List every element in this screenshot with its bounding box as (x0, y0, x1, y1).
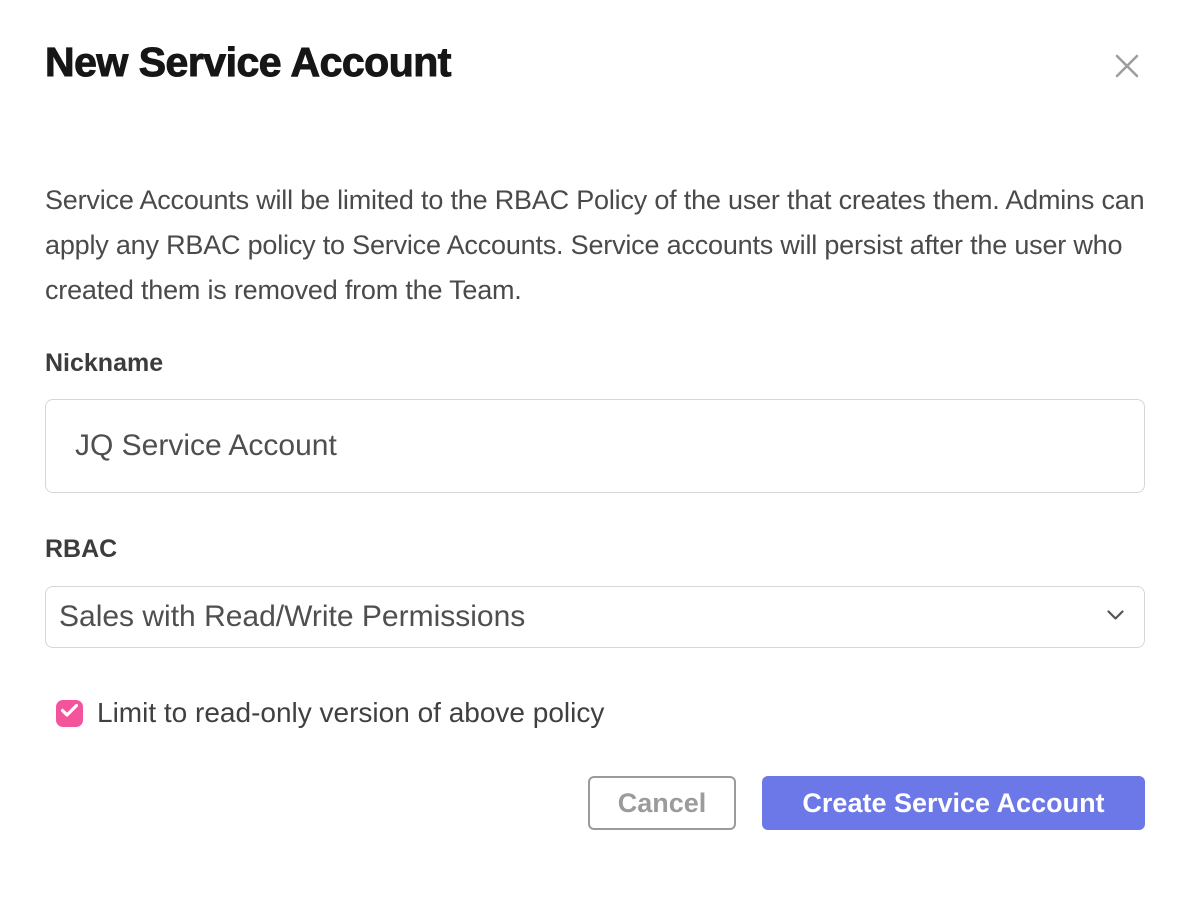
close-button[interactable] (1109, 48, 1145, 84)
readonly-checkbox-label: Limit to read-only version of above poli… (97, 697, 604, 729)
readonly-checkbox-row[interactable]: Limit to read-only version of above poli… (56, 697, 1145, 729)
nickname-input[interactable] (45, 399, 1145, 493)
new-service-account-modal: New Service Account Service Accounts wil… (0, 0, 1190, 904)
modal-actions: Cancel Create Service Account (45, 776, 1145, 830)
create-service-account-button[interactable]: Create Service Account (762, 776, 1145, 830)
page-title: New Service Account (45, 38, 451, 86)
rbac-select[interactable]: Sales with Read/Write Permissions (45, 586, 1145, 648)
rbac-label: RBAC (45, 535, 1145, 564)
cancel-button[interactable]: Cancel (588, 776, 736, 830)
readonly-checkbox[interactable] (56, 700, 83, 727)
chevron-down-icon (1107, 608, 1124, 626)
close-icon (1113, 68, 1141, 83)
modal-header: New Service Account (45, 0, 1145, 86)
rbac-selected-value: Sales with Read/Write Permissions (59, 600, 525, 634)
checkmark-icon (61, 704, 78, 722)
nickname-label: Nickname (45, 349, 1145, 378)
modal-description: Service Accounts will be limited to the … (45, 178, 1145, 313)
